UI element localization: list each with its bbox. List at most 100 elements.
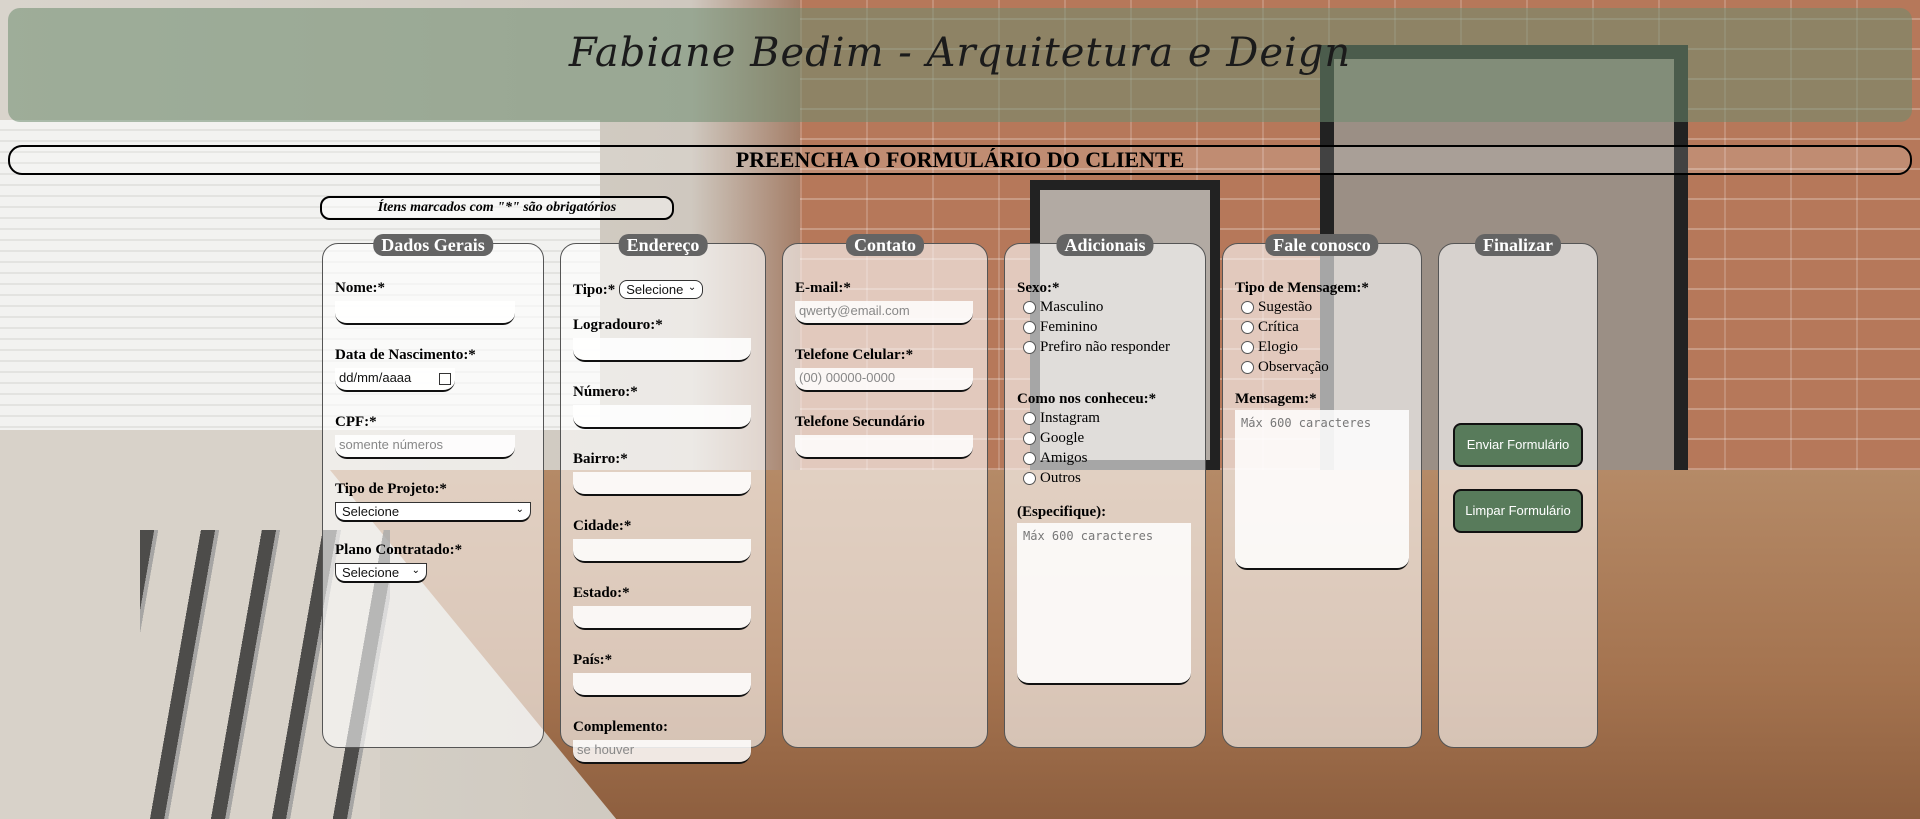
- conheceu-option[interactable]: Instagram: [1017, 408, 1193, 428]
- mensagem-placeholder: Máx 600 caracteres: [1241, 416, 1372, 430]
- celular-label: Telefone Celular:*: [795, 347, 914, 363]
- secundario-input[interactable]: [795, 435, 973, 459]
- plano-label: Plano Contratado:*: [335, 542, 463, 558]
- radio-button[interactable]: [1023, 471, 1036, 485]
- pais-input[interactable]: [573, 673, 751, 697]
- panel-dados-gerais: Dados Gerais Nome:* Data de Nascimento:*…: [322, 234, 544, 748]
- tipo-mensagem-option[interactable]: Observação: [1235, 357, 1409, 377]
- complemento-placeholder: se houver: [577, 742, 635, 757]
- numero-label: Número:*: [573, 384, 638, 400]
- sexo-option-label: Masculino: [1040, 299, 1104, 315]
- cpf-placeholder: somente números: [339, 437, 444, 452]
- conheceu-option-label: Instagram: [1040, 410, 1100, 426]
- conheceu-option[interactable]: Amigos: [1017, 448, 1193, 468]
- radio-button[interactable]: [1023, 300, 1036, 314]
- tipo-endereco-value: Selecione: [626, 282, 684, 297]
- panel-legend: Adicionais: [1056, 234, 1154, 256]
- email-label: E-mail:*: [795, 280, 851, 296]
- page-title: PREENCHA O FORMULÁRIO DO CLIENTE: [8, 145, 1912, 175]
- radio-button[interactable]: [1023, 411, 1036, 425]
- tipo-mensagem-option[interactable]: Crítica: [1235, 317, 1409, 337]
- logradouro-label: Logradouro:*: [573, 317, 663, 333]
- complemento-label: Complemento:: [573, 719, 668, 735]
- cpf-label: CPF:*: [335, 414, 377, 430]
- tipo-projeto-value: Selecione: [342, 504, 400, 519]
- email-input[interactable]: qwerty@email.com: [795, 301, 973, 325]
- mensagem-textarea[interactable]: Máx 600 caracteres: [1235, 410, 1409, 570]
- plano-value: Selecione: [342, 565, 400, 580]
- sexo-option-label: Prefiro não responder: [1040, 339, 1170, 355]
- tipo-mensagem-option[interactable]: Sugestão: [1235, 297, 1409, 317]
- chevron-down-icon: ⌄: [411, 565, 420, 576]
- secundario-label: Telefone Secundário: [795, 414, 925, 430]
- nome-input[interactable]: [335, 301, 515, 325]
- conheceu-label: Como nos conheceu:*: [1017, 391, 1157, 407]
- chevron-down-icon: ⌄: [515, 504, 524, 515]
- complemento-input[interactable]: se houver: [573, 740, 751, 764]
- nascimento-input[interactable]: dd/mm/aaaa: [335, 368, 455, 392]
- radio-button[interactable]: [1241, 320, 1254, 334]
- logradouro-input[interactable]: [573, 338, 751, 362]
- nome-label: Nome:*: [335, 280, 385, 296]
- tipo-endereco-select[interactable]: Selecione ⌄: [619, 280, 704, 299]
- radio-button[interactable]: [1023, 340, 1036, 354]
- pais-label: País:*: [573, 652, 613, 668]
- panel-legend: Finalizar: [1475, 234, 1561, 256]
- radio-button[interactable]: [1023, 431, 1036, 445]
- panel-legend: Dados Gerais: [373, 234, 493, 256]
- radio-button[interactable]: [1241, 360, 1254, 374]
- tipo-mensagem-option[interactable]: Elogio: [1235, 337, 1409, 357]
- tipo-projeto-select[interactable]: Selecione ⌄: [335, 502, 531, 522]
- panel-contato: Contato E-mail:* qwerty@email.com Telefo…: [782, 234, 988, 748]
- radio-button[interactable]: [1023, 320, 1036, 334]
- panel-legend: Contato: [846, 234, 924, 256]
- conheceu-option-label: Amigos: [1040, 450, 1088, 466]
- conheceu-option-label: Google: [1040, 430, 1085, 446]
- email-placeholder: qwerty@email.com: [799, 303, 910, 318]
- tipo-mensagem-option-label: Sugestão: [1258, 299, 1313, 315]
- panel-fale-conosco: Fale conosco Tipo de Mensagem:* Sugestão…: [1222, 234, 1422, 748]
- sexo-option[interactable]: Prefiro não responder: [1017, 337, 1193, 357]
- conheceu-option-label: Outros: [1040, 470, 1081, 486]
- especifique-textarea[interactable]: Máx 600 caracteres: [1017, 523, 1191, 685]
- tipo-mensagem-option-label: Observação: [1258, 359, 1329, 375]
- sexo-option-label: Feminino: [1040, 319, 1098, 335]
- panel-legend: Fale conosco: [1265, 234, 1379, 256]
- enviar-formulario-button[interactable]: Enviar Formulário: [1453, 423, 1583, 467]
- plano-select[interactable]: Selecione ⌄: [335, 563, 427, 583]
- tipo-mensagem-label: Tipo de Mensagem:*: [1235, 280, 1369, 296]
- celular-input[interactable]: (00) 00000-0000: [795, 368, 973, 392]
- tipo-projeto-label: Tipo de Projeto:*: [335, 481, 447, 497]
- bairro-input[interactable]: [573, 472, 751, 496]
- cidade-label: Cidade:*: [573, 518, 632, 534]
- sexo-option[interactable]: Masculino: [1017, 297, 1193, 317]
- tipo-endereco-label: Tipo:*: [573, 282, 616, 298]
- radio-button[interactable]: [1241, 340, 1254, 354]
- conheceu-option[interactable]: Outros: [1017, 468, 1193, 488]
- conheceu-option[interactable]: Google: [1017, 428, 1193, 448]
- radio-button[interactable]: [1241, 300, 1254, 314]
- radio-button[interactable]: [1023, 451, 1036, 465]
- especifique-label: (Especifique):: [1017, 504, 1107, 520]
- bairro-label: Bairro:*: [573, 451, 628, 467]
- logo-text: Fabiane Bedim - Arquitetura e Deign: [568, 30, 1352, 76]
- limpar-formulario-button[interactable]: Limpar Formulário: [1453, 489, 1583, 533]
- numero-input[interactable]: [573, 405, 751, 429]
- especifique-placeholder: Máx 600 caracteres: [1023, 529, 1154, 543]
- cpf-input[interactable]: somente números: [335, 435, 515, 459]
- panel-adicionais: Adicionais Sexo:* Masculino Feminino Pre…: [1004, 234, 1206, 748]
- cidade-input[interactable]: [573, 539, 751, 563]
- nascimento-label: Data de Nascimento:*: [335, 347, 476, 363]
- sexo-label: Sexo:*: [1017, 280, 1060, 296]
- tipo-mensagem-option-label: Elogio: [1258, 339, 1298, 355]
- sexo-option[interactable]: Feminino: [1017, 317, 1193, 337]
- estado-label: Estado:*: [573, 585, 630, 601]
- panel-finalizar: Finalizar Enviar Formulário Limpar Formu…: [1438, 234, 1598, 748]
- calendar-icon[interactable]: [439, 373, 451, 385]
- nascimento-placeholder: dd/mm/aaaa: [339, 370, 412, 385]
- required-note: Ítens marcados com "*" são obrigatórios: [320, 196, 674, 220]
- estado-input[interactable]: [573, 606, 751, 630]
- panel-legend: Endereço: [618, 234, 708, 256]
- celular-placeholder: (00) 00000-0000: [799, 370, 896, 385]
- panel-endereco: Endereço Tipo:* Selecione ⌄ Logradouro:*…: [560, 234, 766, 764]
